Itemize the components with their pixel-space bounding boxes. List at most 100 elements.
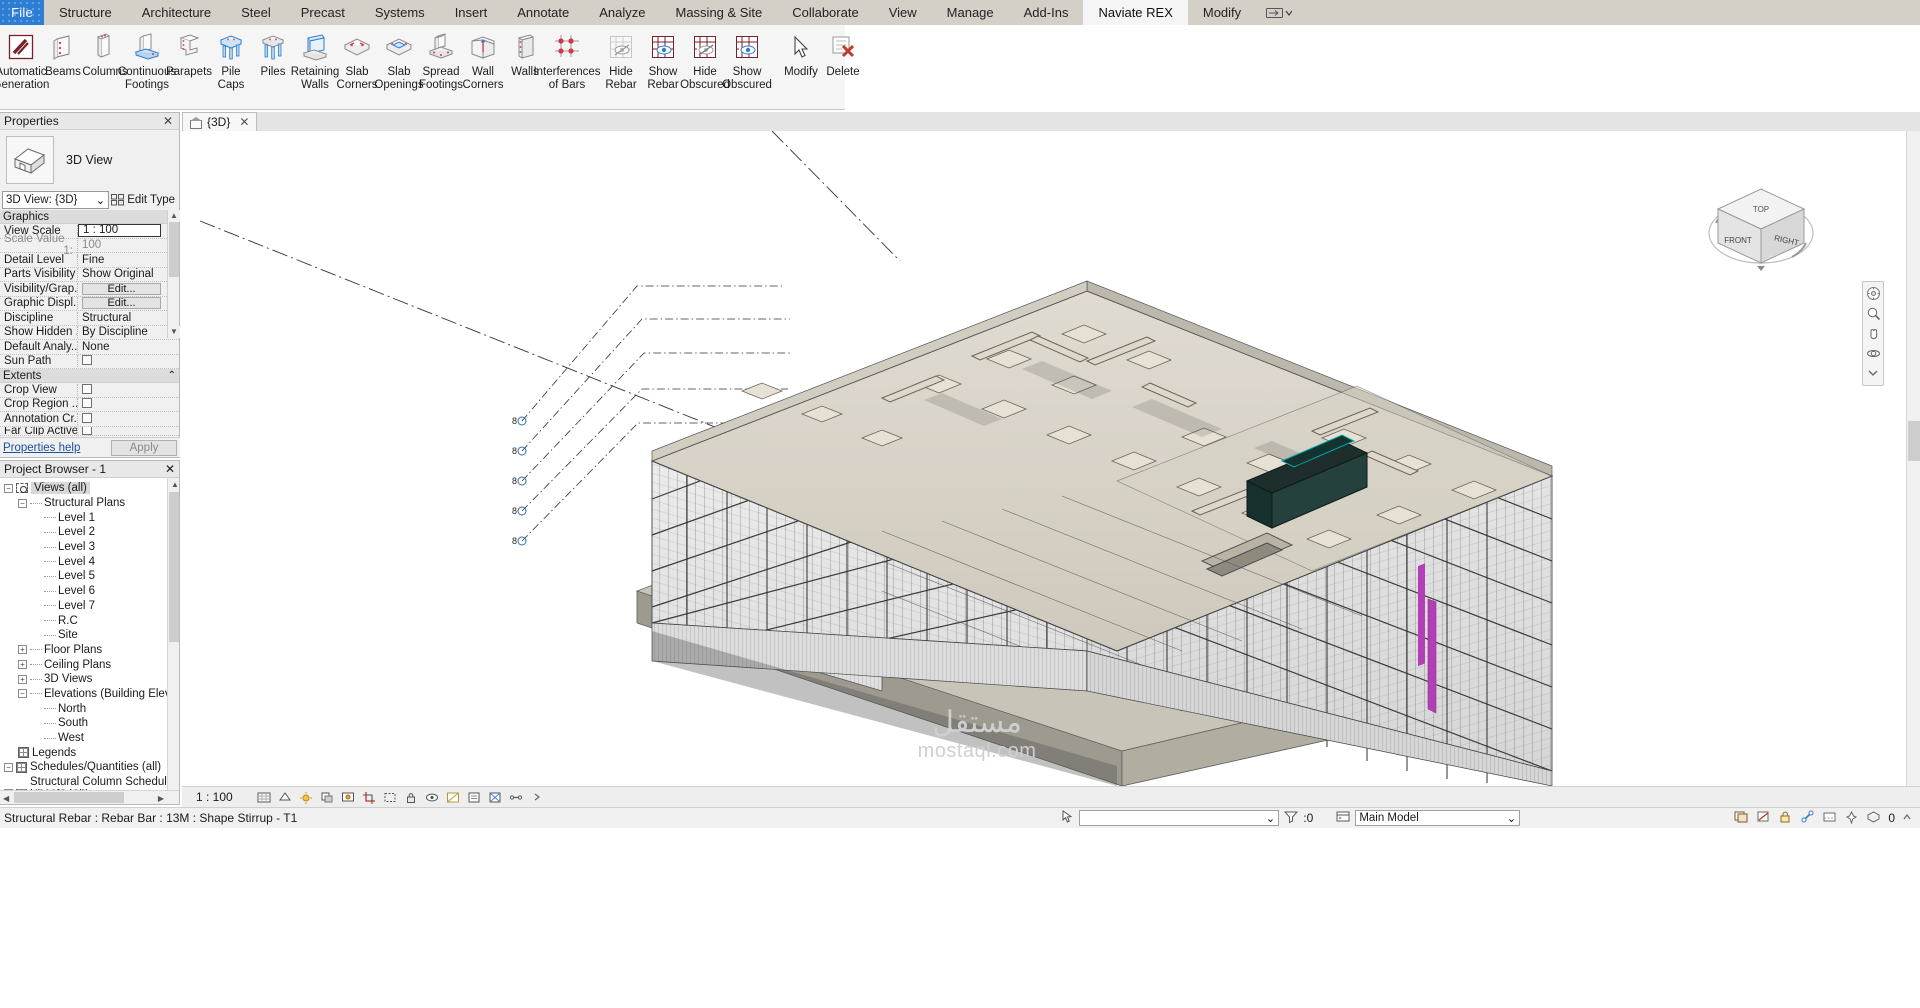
scroll-right-arrow[interactable]: ▶ (158, 794, 164, 803)
property-value-default-analysis[interactable]: None (78, 341, 179, 353)
project-browser-vscroll-thumb[interactable] (169, 492, 179, 642)
shadows-icon[interactable] (320, 790, 335, 805)
orbit-icon[interactable] (1865, 345, 1881, 361)
ribbon-button-hide-rebar[interactable]: Hide Rebar (600, 28, 642, 91)
ribbon-button-hide-obscured[interactable]: Hide Obscured (684, 28, 726, 91)
scroll-up-arrow[interactable]: ▲ (168, 210, 180, 222)
annotation-crop-checkbox[interactable] (82, 413, 92, 423)
property-value-detail-level[interactable]: Fine (78, 254, 179, 266)
expander-icon[interactable]: − (4, 763, 13, 772)
property-row-far-clip-active[interactable]: Far Clip Active (0, 427, 179, 436)
tab-architecture[interactable]: Architecture (127, 0, 226, 25)
selection-link-icon[interactable] (1800, 810, 1815, 827)
properties-scroll-thumb[interactable] (169, 222, 179, 277)
tree-node-floor-plans[interactable]: + Floor Plans (0, 643, 179, 658)
property-value-view-scale[interactable]: 1 : 100 (78, 224, 161, 237)
selection-pinned-icon[interactable] (1844, 810, 1859, 827)
visibility-graphics-edit-button[interactable]: Edit... (82, 283, 161, 295)
canvas-vscroll-thumb[interactable] (1908, 421, 1920, 461)
zoom-icon[interactable] (1865, 305, 1881, 321)
tree-node-level-7[interactable]: Level 7 (0, 599, 179, 614)
tree-node-structural-column-schedule[interactable]: Structural Column Schedule (0, 775, 179, 790)
property-row-crop-region-visible[interactable]: Crop Region ... (0, 398, 179, 413)
constraints-icon[interactable] (509, 790, 524, 805)
tab-structure[interactable]: Structure (44, 0, 127, 25)
temporary-view-properties-icon[interactable] (467, 790, 482, 805)
file-tab[interactable]: File (0, 0, 44, 25)
tab-steel[interactable]: Steel (226, 0, 286, 25)
status-combo-1[interactable]: ⌄ (1079, 810, 1279, 826)
selection-faces-icon[interactable] (1866, 810, 1881, 827)
sun-path-icon[interactable] (299, 790, 314, 805)
property-row-graphic-display[interactable]: Graphic Displ... Edit... (0, 297, 179, 312)
drawing-canvas[interactable]: 8 8 8 8 8 (182, 131, 1906, 786)
navigation-bar[interactable] (1862, 281, 1884, 386)
view-tab-3d[interactable]: {3D} ✕ (182, 112, 257, 131)
tab-systems[interactable]: Systems (360, 0, 440, 25)
property-value-show-hidden-lines[interactable]: By Discipline (78, 326, 179, 338)
property-row-annotation-crop[interactable]: Annotation Cr... (0, 412, 179, 427)
ribbon-button-continuous-footings[interactable]: Continuous Footings (126, 28, 168, 91)
tree-node-north[interactable]: North (0, 701, 179, 716)
view-cube-body[interactable]: TOP FRONT RIGHT (1718, 189, 1804, 263)
far-clip-active-checkbox[interactable] (82, 427, 92, 435)
crop-view-checkbox[interactable] (82, 384, 92, 394)
temporary-hide-isolate-icon[interactable] (425, 790, 440, 805)
ribbon-button-delete[interactable]: Delete (822, 28, 864, 79)
ribbon-button-show-rebar[interactable]: Show Rebar (642, 28, 684, 91)
tree-node-level-1[interactable]: Level 1 (0, 510, 179, 525)
filter-icon[interactable] (1283, 809, 1299, 827)
editable-only-icon[interactable] (1778, 810, 1793, 827)
property-row-discipline[interactable]: Discipline Structural (0, 311, 179, 326)
tree-node-level-4[interactable]: Level 4 (0, 554, 179, 569)
tree-node-3d-views[interactable]: + 3D Views (0, 672, 179, 687)
tree-node-legends[interactable]: Legends (0, 745, 179, 760)
tree-node-south[interactable]: South (0, 716, 179, 731)
pan-icon[interactable] (1865, 325, 1881, 341)
workset-icon[interactable] (1335, 809, 1351, 827)
more-icon[interactable] (530, 790, 545, 805)
ribbon-button-beams[interactable]: Beams (42, 28, 84, 79)
project-browser-hscrollbar[interactable]: ◀ ▶ (0, 790, 180, 804)
tab-manage[interactable]: Manage (932, 0, 1009, 25)
property-row-parts-visibility[interactable]: Parts Visibility Show Original (0, 268, 179, 283)
press-drag-icon[interactable] (1059, 809, 1075, 827)
project-browser-close-icon[interactable]: ✕ (165, 462, 175, 476)
tree-node-level-3[interactable]: Level 3 (0, 540, 179, 555)
project-browser-vscrollbar[interactable]: ▲ (167, 478, 179, 790)
project-browser-hscroll-thumb[interactable] (14, 792, 124, 803)
tab-modify[interactable]: Modify (1188, 0, 1256, 25)
expander-icon[interactable]: + (18, 675, 27, 684)
tree-node-views-all[interactable]: − Views (all) (0, 481, 179, 496)
expander-icon[interactable]: − (4, 484, 13, 493)
graphic-display-edit-button[interactable]: Edit... (82, 297, 161, 309)
quick-access-dropdown[interactable] (1256, 0, 1302, 25)
expander-icon[interactable]: + (18, 660, 27, 669)
sun-path-checkbox[interactable] (82, 355, 92, 365)
chevron-down-icon[interactable] (1865, 365, 1881, 381)
property-row-crop-view[interactable]: Crop View (0, 383, 179, 398)
ribbon-button-wall-corners[interactable]: Wall Corners (462, 28, 504, 91)
tree-node-schedules[interactable]: − Schedules/Quantities (all) (0, 760, 179, 775)
property-row-show-hidden-lines[interactable]: Show Hidden ... By Discipline (0, 326, 179, 341)
expander-icon[interactable]: − (18, 689, 27, 698)
collapse-icon[interactable]: ⌃ (168, 370, 176, 381)
expander-icon[interactable]: − (18, 499, 27, 508)
property-value-discipline[interactable]: Structural (78, 312, 179, 324)
ribbon-button-modify[interactable]: Modify (780, 28, 822, 79)
property-row-default-analysis[interactable]: Default Analy... None (0, 340, 179, 355)
show-crop-region-icon[interactable] (383, 790, 398, 805)
properties-group-graphics[interactable]: Graphics ⌃ (0, 210, 179, 224)
view-cube[interactable]: TOP FRONT RIGHT (1696, 171, 1826, 281)
workset-combo[interactable]: Main Model ⌄ (1355, 810, 1520, 826)
ribbon-button-parapets[interactable]: Parapets (168, 28, 210, 79)
view-scale-label[interactable]: 1 : 100 (196, 790, 233, 804)
property-value-parts-visibility[interactable]: Show Original (78, 268, 179, 280)
reveal-hidden-elements-icon[interactable] (446, 790, 461, 805)
tree-node-level-6[interactable]: Level 6 (0, 584, 179, 599)
properties-scrollbar[interactable]: ▲ ▼ (167, 210, 179, 338)
ribbon-button-show-obscured[interactable]: Show Obscured (726, 28, 768, 91)
crop-region-visible-checkbox[interactable] (82, 398, 92, 408)
tab-precast[interactable]: Precast (286, 0, 360, 25)
tab-add-ins[interactable]: Add-Ins (1009, 0, 1084, 25)
